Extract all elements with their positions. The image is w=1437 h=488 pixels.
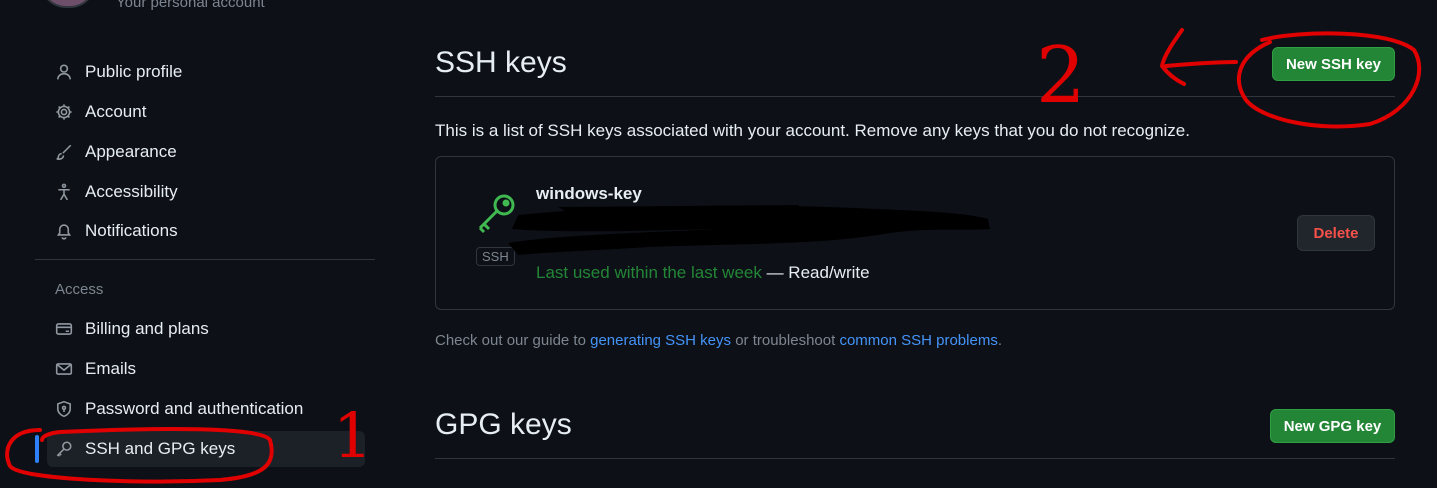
new-ssh-key-button[interactable]: New SSH key [1272, 47, 1395, 81]
arrow-annotation [1160, 28, 1238, 86]
guide-suffix: . [997, 332, 1002, 349]
gear-icon [53, 101, 75, 123]
sidebar-item-ssh-gpg-keys[interactable]: SSH and GPG keys [35, 431, 365, 467]
guide-prefix: Check out our guide to [435, 332, 591, 349]
sidebar-item-label: Emails [85, 359, 137, 378]
ssh-key-item: SSH windows-key Last used within the las… [435, 156, 1395, 310]
sidebar-item-billing[interactable]: Billing and plans [47, 311, 365, 347]
key-icon [53, 438, 75, 460]
ssh-heading-divider [435, 96, 1395, 97]
gpg-keys-heading: GPG keys [435, 408, 572, 441]
new-gpg-key-button[interactable]: New GPG key [1270, 409, 1395, 443]
sidebar-item-label: Billing and plans [85, 319, 209, 338]
redacted-fingerprint [508, 205, 990, 255]
sidebar-item-emails[interactable]: Emails [47, 351, 365, 387]
sidebar-item-label: SSH and GPG keys [85, 439, 236, 458]
shield-lock-icon [53, 398, 75, 420]
delete-key-button[interactable]: Delete [1297, 215, 1375, 251]
key-usage: Last used within the last week — Read/wr… [536, 263, 870, 283]
active-indicator [35, 435, 39, 463]
sidebar-divider [35, 259, 375, 260]
key-last-used: Last used within the last week [536, 263, 762, 282]
key-access: — Read/write [761, 263, 870, 282]
avatar[interactable] [40, 0, 96, 8]
bell-icon [53, 220, 75, 242]
ssh-description: This is a list of SSH keys associated wi… [435, 121, 1190, 140]
ssh-guide-text: Check out our guide to generating SSH ke… [435, 332, 1002, 349]
sidebar-item-account[interactable]: Account [47, 94, 365, 130]
sidebar-item-label: Account [85, 102, 147, 121]
accessibility-icon [53, 181, 75, 203]
sidebar-item-label: Password and authentication [85, 399, 304, 418]
account-subtitle: Your personal account [116, 0, 265, 11]
common-ssh-problems-link[interactable]: common SSH problems [839, 332, 997, 349]
sidebar-item-label: Public profile [85, 62, 183, 81]
person-icon [53, 61, 75, 83]
generating-ssh-keys-link[interactable]: generating SSH keys [590, 332, 731, 349]
sidebar-item-notifications[interactable]: Notifications [47, 213, 365, 249]
paintbrush-icon [53, 141, 75, 163]
sidebar-heading-access: Access [55, 281, 104, 298]
sidebar-item-password[interactable]: Password and authentication [47, 391, 365, 427]
guide-middle: or troubleshoot [731, 332, 840, 349]
credit-card-icon [53, 318, 75, 340]
sidebar-item-label: Accessibility [85, 182, 178, 201]
ssh-keys-heading: SSH keys [435, 46, 567, 79]
step-2-label: 2 [1036, 31, 1086, 121]
sidebar-item-label: Appearance [85, 142, 177, 161]
sidebar-item-public-profile[interactable]: Public profile [47, 54, 365, 90]
mail-icon [53, 358, 75, 380]
sidebar-item-accessibility[interactable]: Accessibility [47, 174, 365, 210]
sidebar-item-label: Notifications [85, 221, 178, 240]
gpg-heading-divider [435, 458, 1395, 459]
sidebar-item-appearance[interactable]: Appearance [47, 134, 365, 170]
